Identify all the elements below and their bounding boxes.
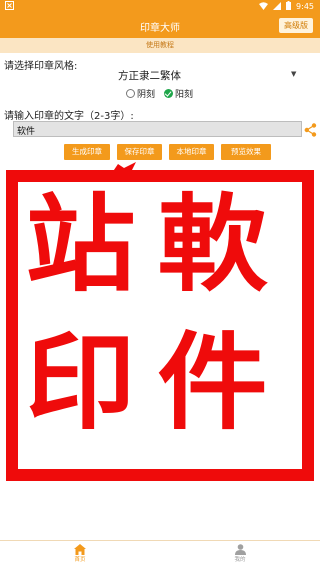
radio-yinke-label: 阴刻	[137, 90, 156, 100]
save-seal-button[interactable]: 保存印章	[117, 144, 162, 160]
local-seal-button[interactable]: 本地印章	[169, 144, 214, 160]
clock-time: 9:45	[296, 2, 314, 11]
seal-char-1: 軟	[157, 182, 268, 306]
radio-checked-icon[interactable]	[164, 89, 174, 98]
radio-yangke-label: 阳刻	[175, 90, 194, 100]
home-icon	[74, 544, 86, 555]
nav-mine[interactable]: 我的	[220, 544, 260, 563]
seal-preview: 軟 件 站 印	[6, 170, 314, 481]
font-style-select[interactable]: 方正隶二繁体	[118, 68, 181, 83]
app-bar: 印章大师 高级版	[0, 13, 320, 38]
carving-type-radio-group: 阴刻 阳刻	[126, 87, 193, 100]
person-icon	[234, 544, 246, 555]
dropdown-caret-icon[interactable]: ▼	[291, 70, 296, 78]
bottom-nav: 首页 我的	[0, 540, 320, 569]
wifi-icon	[259, 1, 269, 12]
battery-icon	[286, 1, 292, 12]
preview-button[interactable]: 预览效果	[221, 144, 271, 160]
seal-text-label: 请输入印章的文字（2-3字）:	[4, 111, 134, 122]
signal-icon	[273, 1, 282, 12]
app-title: 印章大师	[140, 23, 180, 34]
app-notification-icon	[5, 1, 14, 12]
action-button-row: 生成印章 保存印章 本地印章 预览效果	[64, 144, 271, 160]
style-label: 请选择印章风格:	[4, 61, 78, 72]
seal-char-2: 件	[157, 320, 268, 444]
nav-home[interactable]: 首页	[60, 544, 100, 563]
radio-unchecked-icon[interactable]	[126, 89, 135, 98]
radio-yangke[interactable]: 阳刻	[164, 87, 193, 100]
generate-seal-button[interactable]: 生成印章	[64, 144, 110, 160]
seal-char-3: 站	[25, 182, 136, 306]
share-icon[interactable]	[304, 122, 317, 137]
seal-text-input[interactable]: 软件	[13, 121, 302, 137]
seal-char-4: 印	[25, 320, 136, 444]
tutorial-link[interactable]: 使用教程	[0, 38, 320, 53]
nav-home-label: 首页	[74, 557, 86, 563]
status-bar: 9:45	[0, 0, 320, 13]
pro-version-button[interactable]: 高级版	[279, 18, 313, 33]
nav-mine-label: 我的	[234, 557, 246, 563]
radio-yinke[interactable]: 阴刻	[126, 87, 155, 100]
